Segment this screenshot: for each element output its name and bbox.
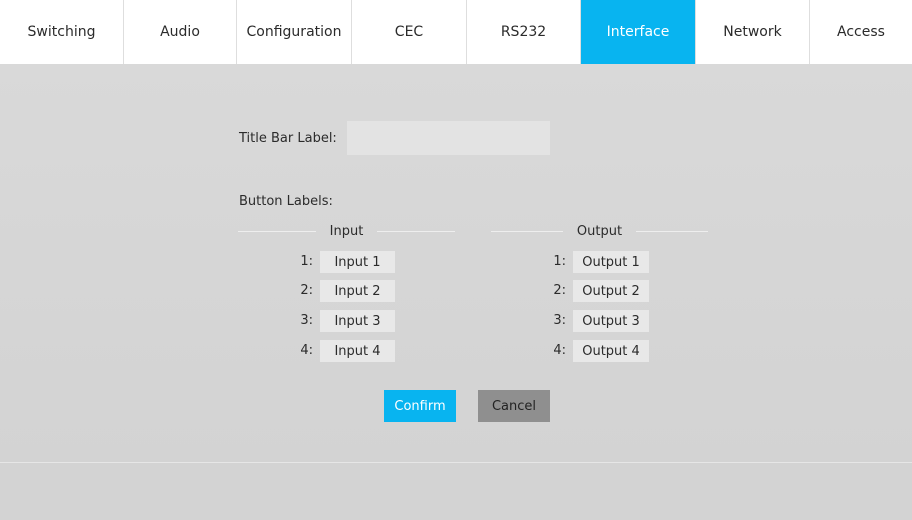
output-2-label-field[interactable] <box>573 280 649 302</box>
input-row-number: 4: <box>300 343 313 358</box>
input-2-label-field[interactable] <box>320 280 395 302</box>
tab-switching[interactable]: Switching <box>0 0 124 64</box>
divider <box>491 230 563 232</box>
output-row-number: 2: <box>553 283 566 298</box>
confirm-button[interactable]: Confirm <box>384 390 456 422</box>
tab-label: Access <box>837 24 885 40</box>
tab-label: Configuration <box>246 24 342 40</box>
output-3-label-field[interactable] <box>573 310 649 332</box>
footer-bar <box>0 462 912 520</box>
tab-audio[interactable]: Audio <box>124 0 237 64</box>
divider <box>238 230 316 232</box>
output-heading: Output <box>576 223 623 239</box>
input-4-label-field[interactable] <box>320 340 395 362</box>
tab-label: RS232 <box>500 24 547 40</box>
divider <box>636 230 709 232</box>
input-3-label-field[interactable] <box>320 310 395 332</box>
interface-settings-panel: Title Bar Label: Button Labels: Input Ou… <box>0 64 912 462</box>
output-group-header: Output <box>491 222 709 240</box>
tab-label: Switching <box>27 24 96 40</box>
tab-label: Network <box>723 24 782 40</box>
output-row-number: 3: <box>553 313 566 328</box>
output-row-number: 1: <box>553 254 566 269</box>
tab-label: CEC <box>394 24 424 40</box>
input-row-number: 3: <box>300 313 313 328</box>
tab-interface[interactable]: Interface <box>581 0 696 64</box>
tab-access[interactable]: Access <box>810 0 912 64</box>
button-labels-heading: Button Labels: <box>239 194 333 209</box>
tab-cec[interactable]: CEC <box>352 0 467 64</box>
input-heading: Input <box>329 223 364 239</box>
title-bar-input[interactable] <box>347 121 550 155</box>
tab-label: Audio <box>160 24 200 40</box>
tab-configuration[interactable]: Configuration <box>237 0 352 64</box>
output-1-label-field[interactable] <box>573 251 649 273</box>
tab-bar: Switching Audio Configuration CEC RS232 … <box>0 0 912 64</box>
output-4-label-field[interactable] <box>573 340 649 362</box>
interface-page: Switching Audio Configuration CEC RS232 … <box>0 0 912 520</box>
divider <box>377 230 456 232</box>
title-bar-label: Title Bar Label: <box>239 131 337 146</box>
tab-rs232[interactable]: RS232 <box>467 0 581 64</box>
input-row-number: 2: <box>300 283 313 298</box>
cancel-button[interactable]: Cancel <box>478 390 550 422</box>
output-row-number: 4: <box>553 343 566 358</box>
input-group-header: Input <box>238 222 456 240</box>
input-1-label-field[interactable] <box>320 251 395 273</box>
tab-network[interactable]: Network <box>696 0 810 64</box>
tab-label: Interface <box>606 24 670 40</box>
input-row-number: 1: <box>300 254 313 269</box>
